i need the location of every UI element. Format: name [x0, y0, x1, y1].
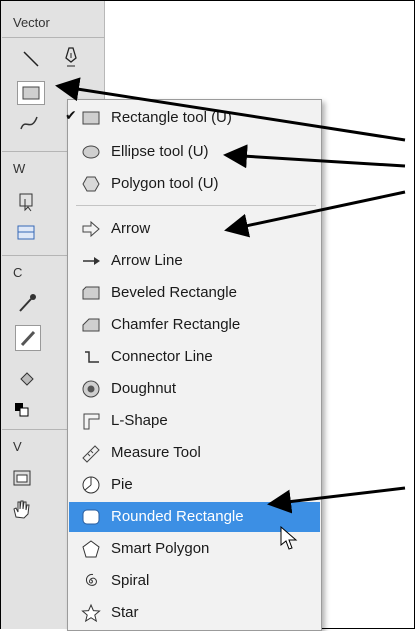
mouse-cursor-icon: [280, 526, 298, 550]
annotation-arrow: [223, 144, 406, 169]
annotation-arrow: [224, 190, 406, 238]
annotation-arrow: [55, 77, 406, 142]
annotation-arrows: [55, 77, 406, 514]
annotation-arrow: [267, 486, 406, 514]
